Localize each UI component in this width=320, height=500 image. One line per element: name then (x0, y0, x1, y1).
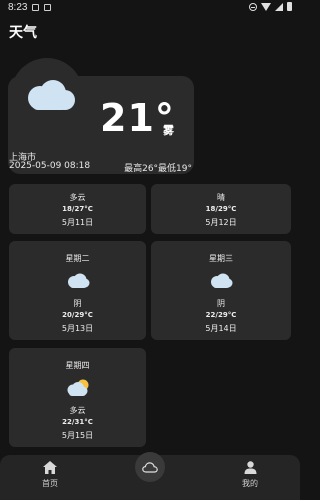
current-temp-range: 最高26°最低19° (124, 164, 192, 174)
forecast-date: 5月15日 (61, 431, 94, 440)
signal-icon (275, 2, 283, 11)
forecast-temps: 18/27°C (62, 205, 93, 213)
current-datetime: 2025-05-09 08:18 (9, 161, 91, 171)
forecast-date: 5月11日 (61, 218, 94, 227)
forecast-card[interactable]: 星期四 多云 22/31°C 5月15日 (9, 348, 146, 447)
status-right (249, 2, 292, 11)
cloud-icon (211, 273, 233, 288)
user-icon (244, 461, 256, 474)
nav-home[interactable]: 首页 (25, 461, 75, 489)
nav-weather-button[interactable] (135, 452, 165, 482)
forecast-condition: 多云 (69, 406, 86, 415)
forecast-day: 星期二 (65, 254, 90, 263)
forecast-condition: 多云 (69, 193, 86, 202)
status-bar: 8:23 (0, 0, 300, 16)
image-notification-icon (32, 4, 39, 11)
nav-home-label: 首页 (42, 479, 58, 488)
forecast-day: 星期四 (65, 361, 90, 370)
forecast-condition: 阴 (73, 299, 82, 308)
forecast-card[interactable]: 星期三 阴 22/29°C 5月14日 (151, 241, 291, 340)
app-notification-icon (44, 4, 51, 11)
wifi-icon (261, 2, 271, 11)
status-time: 8:23 (8, 2, 28, 13)
forecast-card[interactable]: 星期二 阴 20/29°C 5月13日 (9, 241, 146, 340)
nav-mine[interactable]: 我的 (225, 461, 275, 489)
page-title: 天气 (9, 25, 37, 41)
forecast-day: 星期三 (209, 254, 233, 263)
forecast-card[interactable]: 晴 18/29°C 5月12日 (151, 184, 291, 234)
forecast-date: 5月14日 (205, 324, 237, 333)
forecast-temps: 22/31°C (62, 418, 93, 426)
do-not-disturb-icon (249, 2, 257, 11)
cloud-outline-icon (142, 461, 158, 473)
partly-cloudy-icon (67, 379, 88, 396)
forecast-temps: 22/29°C (205, 311, 237, 319)
cloud-icon (67, 273, 89, 288)
forecast-date: 5月13日 (61, 324, 94, 333)
battery-icon (287, 2, 292, 11)
forecast-condition: 晴 (217, 193, 225, 202)
home-icon (43, 461, 57, 474)
forecast-temps: 18/29°C (205, 205, 237, 213)
cloud-icon (28, 80, 75, 110)
current-condition: 雾 (163, 124, 174, 137)
forecast-condition: 阴 (217, 299, 225, 308)
forecast-card[interactable]: 多云 18/27°C 5月11日 (9, 184, 146, 234)
nav-mine-label: 我的 (242, 479, 258, 488)
forecast-temps: 20/29°C (62, 311, 93, 319)
forecast-date: 5月12日 (205, 218, 237, 227)
